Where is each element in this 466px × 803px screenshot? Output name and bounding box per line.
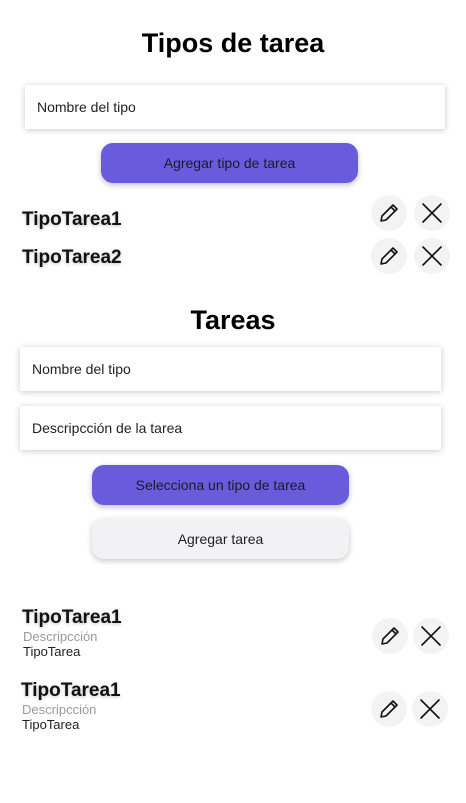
task-item-description: Descripcción [23, 629, 98, 644]
edit-type-button[interactable] [371, 238, 407, 274]
edit-task-button[interactable] [371, 691, 407, 727]
add-task-button[interactable]: Agregar tarea [92, 518, 349, 559]
select-type-button-label: Selecciona un tipo de tarea [135, 477, 306, 493]
task-name-input[interactable]: Nombre del tipo [20, 347, 441, 391]
add-type-button[interactable]: Agregar tipo de tarea [101, 143, 358, 183]
edit-type-button[interactable] [371, 195, 407, 231]
delete-type-button[interactable] [414, 238, 450, 274]
delete-task-button[interactable] [413, 618, 449, 654]
task-list-item: TipoTarea1 Descripcción TipoTarea [0, 604, 466, 664]
task-item-type: TipoTarea [23, 644, 81, 659]
close-icon [422, 203, 442, 223]
task-name-placeholder: Nombre del tipo [32, 361, 131, 377]
task-description-input[interactable]: Descripcción de la tarea [20, 406, 441, 450]
task-item-title: TipoTarea1 [22, 607, 122, 628]
type-name-input[interactable]: Nombre del tipo [25, 85, 445, 129]
close-icon [421, 626, 441, 646]
select-type-button[interactable]: Selecciona un tipo de tarea [92, 465, 349, 505]
task-description-placeholder: Descripcción de la tarea [32, 420, 183, 436]
pencil-icon [380, 204, 398, 222]
add-type-button-label: Agregar tipo de tarea [163, 155, 296, 171]
delete-type-button[interactable] [414, 195, 450, 231]
types-title: Tipos de tarea [141, 28, 325, 58]
pencil-icon [380, 247, 398, 265]
edit-task-button[interactable] [372, 618, 408, 654]
type-name-placeholder: Nombre del tipo [37, 99, 136, 115]
delete-task-button[interactable] [412, 691, 448, 727]
close-icon [422, 246, 442, 266]
type-item-label: TipoTarea1 [22, 209, 122, 230]
pencil-icon [380, 700, 398, 718]
task-item-title: TipoTarea1 [21, 680, 121, 701]
task-item-type: TipoTarea [22, 717, 80, 732]
close-icon [420, 699, 440, 719]
task-list-item: TipoTarea1 Descripcción TipoTarea [0, 677, 466, 737]
pencil-icon [381, 627, 399, 645]
type-list-item: TipoTarea1 [0, 195, 466, 233]
type-item-label: TipoTarea2 [22, 247, 122, 268]
add-task-button-label: Agregar tarea [177, 530, 264, 547]
type-list-item: TipoTarea2 [0, 238, 466, 276]
tasks-title: Tareas [190, 305, 276, 335]
task-item-description: Descripcción [22, 702, 97, 717]
